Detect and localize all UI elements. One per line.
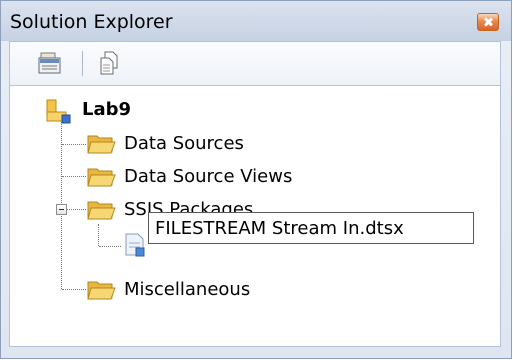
tree-line	[61, 116, 62, 289]
close-button[interactable]	[477, 13, 499, 31]
rename-field-container	[148, 212, 474, 244]
tree-line	[67, 209, 86, 210]
dtsx-package-icon	[125, 233, 145, 257]
tree-item-label: Miscellaneous	[124, 279, 251, 300]
tree-line	[98, 224, 99, 246]
solution-explorer-panel: Solution Explorer Lab9 Data Sources Data…	[0, 0, 512, 359]
solution-tree: Lab9 Data Sources Data Source Views SSIS…	[9, 85, 501, 347]
tree-line	[99, 246, 121, 247]
tree-item-label: Data Source Views	[124, 166, 293, 187]
solution-project-icon	[46, 99, 71, 124]
tree-item-miscellaneous[interactable]: Miscellaneous	[86, 276, 346, 306]
folder-icon	[87, 201, 116, 220]
toolbar-separator	[82, 51, 83, 76]
folder-icon	[87, 168, 116, 187]
collapse-ssis-packages-toggle[interactable]	[56, 204, 67, 215]
folder-icon	[87, 135, 116, 154]
tree-item-label: Data Sources	[124, 133, 244, 154]
show-all-files-button[interactable]	[98, 51, 122, 75]
properties-icon	[38, 52, 61, 74]
tree-root-label: Lab9	[82, 99, 132, 120]
tree-item-data-sources[interactable]: Data Sources	[86, 130, 346, 160]
panel-title: Solution Explorer	[10, 11, 173, 33]
show-all-files-icon	[100, 51, 118, 75]
properties-button[interactable]	[38, 51, 62, 75]
tree-line	[62, 176, 86, 177]
toolbar	[9, 41, 501, 85]
tree-root-lab9[interactable]: Lab9	[44, 96, 244, 126]
tree-line	[62, 144, 86, 145]
tree-line	[62, 289, 86, 290]
tree-item-data-source-views[interactable]: Data Source Views	[86, 163, 386, 193]
rename-input[interactable]	[149, 213, 473, 243]
title-bar: Solution Explorer	[1, 1, 511, 41]
folder-icon	[87, 281, 116, 300]
